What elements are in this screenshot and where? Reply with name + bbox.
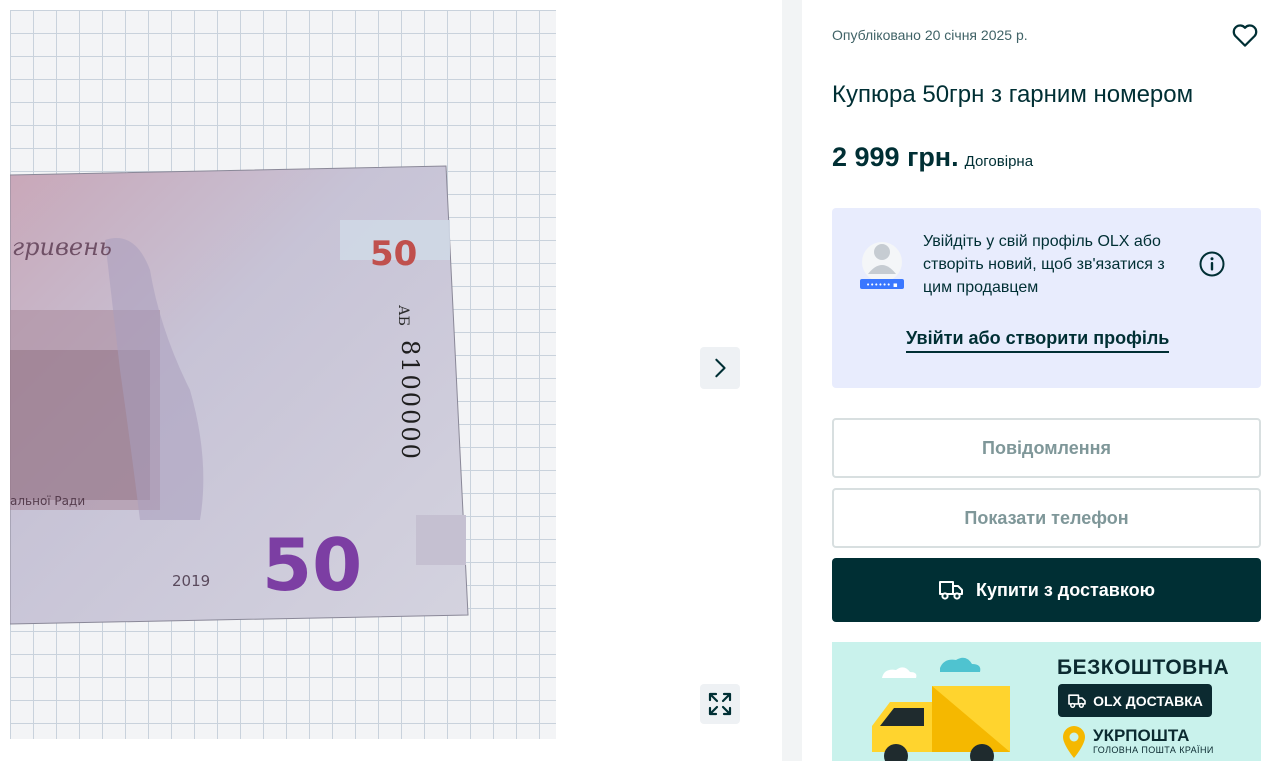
svg-text:•••••• ▪: •••••• ▪ (866, 281, 898, 289)
note-corner-text: альної Ради (10, 494, 85, 508)
note-serial-series: АБ (395, 305, 411, 326)
note-script-text: гривень (12, 233, 112, 261)
free-delivery-title: БЕЗКОШТОВНА (1057, 656, 1230, 679)
svg-text:50: 50 (370, 234, 417, 274)
login-prompt-text: Увійдіть у свій профіль OLX або створіть… (923, 233, 1165, 296)
map-pin-icon (1063, 726, 1085, 758)
note-year: 2019 (172, 572, 210, 590)
login-link[interactable]: Увійти або створити профіль (906, 328, 1170, 353)
olx-delivery-label: OLX ДОСТАВКА (1093, 692, 1203, 709)
heart-icon (1232, 24, 1258, 47)
buy-button-label: Купити з доставкою (976, 579, 1155, 600)
note-denomination: 50 (262, 523, 362, 607)
delivery-truck-illustration (872, 657, 1010, 761)
listing-photo[interactable]: гривень 50 альної Ради 50 2019 АБ 810000… (10, 10, 556, 739)
next-photo-button[interactable] (700, 347, 740, 389)
show-phone-button[interactable]: Показати телефон (832, 488, 1261, 548)
negotiable-label: Договірна (964, 153, 1034, 170)
olx-delivery-badge: OLX ДОСТАВКА (1058, 684, 1212, 717)
chevron-right-icon (715, 358, 726, 378)
column-divider (782, 0, 802, 761)
user-avatar-icon: •••••• ▪ (860, 242, 904, 289)
delivery-promo-banner[interactable]: БЕЗКОШТОВНА OLX ДОСТАВКА УКРПОШТА ГОЛОВН… (832, 642, 1261, 761)
banknote-image: гривень 50 альної Ради 50 2019 АБ 810000… (10, 165, 469, 625)
posted-date: Опубліковано 20 січня 2025 р. (832, 27, 1028, 43)
price: 2 999 грн. (832, 142, 959, 172)
login-prompt: •••••• ▪ Увійдіть у свій профіль OLX або… (832, 208, 1261, 388)
buy-with-delivery-button[interactable]: Купити з доставкою (832, 558, 1261, 622)
carrier-slogan: ГОЛОВНА ПОШТА КРАЇНИ (1093, 745, 1214, 755)
fullscreen-button[interactable] (700, 684, 740, 724)
expand-icon (708, 692, 732, 716)
truck-icon (939, 581, 963, 600)
carrier-name: УКРПОШТА (1093, 726, 1190, 745)
listing-details: Опубліковано 20 січня 2025 р. Купюра 50г… (802, 0, 1272, 761)
note-serial-number: 8100000 (396, 340, 424, 461)
message-button[interactable]: Повідомлення (832, 418, 1261, 478)
price-row: 2 999 грн. Договірна (832, 142, 1033, 173)
listing-title: Купюра 50грн з гарним номером (832, 81, 1194, 108)
info-icon[interactable] (1198, 250, 1226, 278)
photo-gallery: гривень 50 альної Ради 50 2019 АБ 810000… (0, 0, 784, 761)
truck-icon (1068, 693, 1086, 708)
favorite-button[interactable] (1230, 20, 1260, 50)
